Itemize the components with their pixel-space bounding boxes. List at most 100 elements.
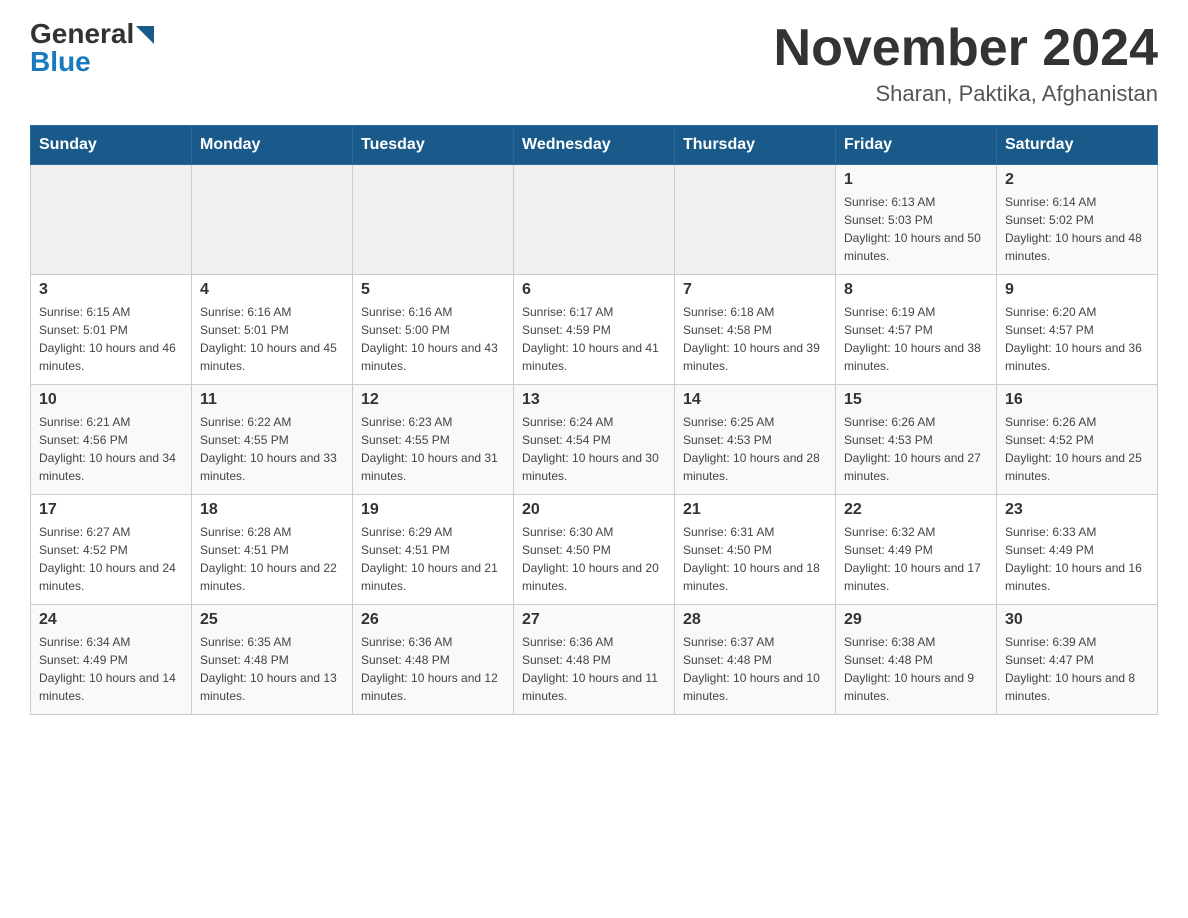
day-number: 22	[844, 501, 988, 519]
day-info: Sunrise: 6:19 AM Sunset: 4:57 PM Dayligh…	[844, 303, 988, 375]
day-info: Sunrise: 6:32 AM Sunset: 4:49 PM Dayligh…	[844, 523, 988, 595]
day-info: Sunrise: 6:36 AM Sunset: 4:48 PM Dayligh…	[361, 633, 505, 705]
day-number: 11	[200, 391, 344, 409]
calendar-cell: 7 Sunrise: 6:18 AM Sunset: 4:58 PM Daylig…	[675, 275, 836, 385]
day-info: Sunrise: 6:39 AM Sunset: 4:47 PM Dayligh…	[1005, 633, 1149, 705]
calendar-cell	[192, 165, 353, 275]
day-number: 1	[844, 171, 988, 189]
day-number: 26	[361, 611, 505, 629]
calendar-week-row: 10Sunrise: 6:21 AM Sunset: 4:56 PM Dayli…	[31, 385, 1158, 495]
day-info: Sunrise: 6:13 AM Sunset: 5:03 PM Dayligh…	[844, 193, 988, 265]
day-info: Sunrise: 6:24 AM Sunset: 4:54 PM Dayligh…	[522, 413, 666, 485]
calendar-header-row: SundayMondayTuesdayWednesdayThursdayFrid…	[31, 126, 1158, 165]
day-number: 18	[200, 501, 344, 519]
calendar-cell: 12 Sunrise: 6:23 AM Sunset: 4:55 PM Dayli…	[353, 385, 514, 495]
calendar-subtitle: Sharan, Paktika, Afghanistan	[774, 81, 1158, 107]
day-info: Sunrise: 6:38 AM Sunset: 4:48 PM Dayligh…	[844, 633, 988, 705]
col-header-sunday: Sunday	[31, 126, 192, 165]
calendar-cell: 25Sunrise: 6:35 AM Sunset: 4:48 PM Dayli…	[192, 605, 353, 715]
day-number: 16	[1005, 391, 1149, 409]
calendar-cell: 6 Sunrise: 6:17 AM Sunset: 4:59 PM Daylig…	[514, 275, 675, 385]
calendar-cell: 19 Sunrise: 6:29 AM Sunset: 4:51 PM Dayli…	[353, 495, 514, 605]
day-info: Sunrise: 6:31 AM Sunset: 4:50 PM Dayligh…	[683, 523, 827, 595]
day-info: Sunrise: 6:26 AM Sunset: 4:53 PM Dayligh…	[844, 413, 988, 485]
day-number: 5	[361, 281, 505, 299]
day-info: Sunrise: 6:25 AM Sunset: 4:53 PM Dayligh…	[683, 413, 827, 485]
day-info: Sunrise: 6:29 AM Sunset: 4:51 PM Dayligh…	[361, 523, 505, 595]
day-info: Sunrise: 6:18 AM Sunset: 4:58 PM Dayligh…	[683, 303, 827, 375]
day-number: 29	[844, 611, 988, 629]
day-number: 2	[1005, 171, 1149, 189]
day-number: 7	[683, 281, 827, 299]
day-number: 14	[683, 391, 827, 409]
calendar-title: November 2024	[774, 20, 1158, 77]
day-number: 21	[683, 501, 827, 519]
calendar-cell: 14 Sunrise: 6:25 AM Sunset: 4:53 PM Dayli…	[675, 385, 836, 495]
calendar-cell: 13 Sunrise: 6:24 AM Sunset: 4:54 PM Dayli…	[514, 385, 675, 495]
day-info: Sunrise: 6:21 AM Sunset: 4:56 PM Dayligh…	[39, 413, 183, 485]
day-number: 17	[39, 501, 183, 519]
day-number: 24	[39, 611, 183, 629]
day-info: Sunrise: 6:34 AM Sunset: 4:49 PM Dayligh…	[39, 633, 183, 705]
calendar-cell	[31, 165, 192, 275]
calendar-cell: 16 Sunrise: 6:26 AM Sunset: 4:52 PM Dayli…	[997, 385, 1158, 495]
day-number: 9	[1005, 281, 1149, 299]
logo: General Blue	[30, 20, 154, 76]
day-number: 20	[522, 501, 666, 519]
calendar-week-row: 24 Sunrise: 6:34 AM Sunset: 4:49 PM Dayli…	[31, 605, 1158, 715]
day-info: Sunrise: 6:23 AM Sunset: 4:55 PM Dayligh…	[361, 413, 505, 485]
col-header-saturday: Saturday	[997, 126, 1158, 165]
day-number: 3	[39, 281, 183, 299]
col-header-monday: Monday	[192, 126, 353, 165]
day-info: Sunrise: 6:22 AM Sunset: 4:55 PM Dayligh…	[200, 413, 344, 485]
calendar-cell: 27Sunrise: 6:36 AM Sunset: 4:48 PM Dayli…	[514, 605, 675, 715]
logo-blue-text: Blue	[30, 48, 91, 76]
calendar-cell: 26 Sunrise: 6:36 AM Sunset: 4:48 PM Dayli…	[353, 605, 514, 715]
calendar-cell	[514, 165, 675, 275]
calendar-cell: 17 Sunrise: 6:27 AM Sunset: 4:52 PM Dayli…	[31, 495, 192, 605]
calendar-cell: 3 Sunrise: 6:15 AM Sunset: 5:01 PM Daylig…	[31, 275, 192, 385]
calendar-cell: 18 Sunrise: 6:28 AM Sunset: 4:51 PM Dayli…	[192, 495, 353, 605]
calendar-cell: 10Sunrise: 6:21 AM Sunset: 4:56 PM Dayli…	[31, 385, 192, 495]
logo-general-text: General	[30, 20, 134, 48]
day-info: Sunrise: 6:15 AM Sunset: 5:01 PM Dayligh…	[39, 303, 183, 375]
day-number: 27	[522, 611, 666, 629]
day-number: 6	[522, 281, 666, 299]
calendar-cell: 29 Sunrise: 6:38 AM Sunset: 4:48 PM Dayli…	[836, 605, 997, 715]
day-info: Sunrise: 6:14 AM Sunset: 5:02 PM Dayligh…	[1005, 193, 1149, 265]
calendar-cell: 8Sunrise: 6:19 AM Sunset: 4:57 PM Daylig…	[836, 275, 997, 385]
day-info: Sunrise: 6:16 AM Sunset: 5:01 PM Dayligh…	[200, 303, 344, 375]
calendar-cell: 1 Sunrise: 6:13 AM Sunset: 5:03 PM Daylig…	[836, 165, 997, 275]
day-number: 30	[1005, 611, 1149, 629]
day-info: Sunrise: 6:17 AM Sunset: 4:59 PM Dayligh…	[522, 303, 666, 375]
day-info: Sunrise: 6:30 AM Sunset: 4:50 PM Dayligh…	[522, 523, 666, 595]
day-number: 28	[683, 611, 827, 629]
calendar-table: SundayMondayTuesdayWednesdayThursdayFrid…	[30, 125, 1158, 715]
col-header-wednesday: Wednesday	[514, 126, 675, 165]
calendar-cell: 30 Sunrise: 6:39 AM Sunset: 4:47 PM Dayli…	[997, 605, 1158, 715]
calendar-week-row: 17 Sunrise: 6:27 AM Sunset: 4:52 PM Dayli…	[31, 495, 1158, 605]
calendar-cell: 9Sunrise: 6:20 AM Sunset: 4:57 PM Daylig…	[997, 275, 1158, 385]
calendar-week-row: 3 Sunrise: 6:15 AM Sunset: 5:01 PM Daylig…	[31, 275, 1158, 385]
day-number: 15	[844, 391, 988, 409]
day-info: Sunrise: 6:33 AM Sunset: 4:49 PM Dayligh…	[1005, 523, 1149, 595]
title-block: November 2024 Sharan, Paktika, Afghanist…	[774, 20, 1158, 107]
col-header-tuesday: Tuesday	[353, 126, 514, 165]
calendar-cell	[675, 165, 836, 275]
day-number: 19	[361, 501, 505, 519]
calendar-cell: 11 Sunrise: 6:22 AM Sunset: 4:55 PM Dayli…	[192, 385, 353, 495]
calendar-cell: 21 Sunrise: 6:31 AM Sunset: 4:50 PM Dayli…	[675, 495, 836, 605]
day-number: 13	[522, 391, 666, 409]
calendar-cell: 4 Sunrise: 6:16 AM Sunset: 5:01 PM Daylig…	[192, 275, 353, 385]
day-info: Sunrise: 6:27 AM Sunset: 4:52 PM Dayligh…	[39, 523, 183, 595]
day-number: 12	[361, 391, 505, 409]
day-number: 4	[200, 281, 344, 299]
day-info: Sunrise: 6:26 AM Sunset: 4:52 PM Dayligh…	[1005, 413, 1149, 485]
calendar-cell: 15 Sunrise: 6:26 AM Sunset: 4:53 PM Dayli…	[836, 385, 997, 495]
day-info: Sunrise: 6:28 AM Sunset: 4:51 PM Dayligh…	[200, 523, 344, 595]
logo-triangle-icon	[136, 26, 154, 44]
calendar-cell: 24 Sunrise: 6:34 AM Sunset: 4:49 PM Dayli…	[31, 605, 192, 715]
calendar-cell: 5Sunrise: 6:16 AM Sunset: 5:00 PM Daylig…	[353, 275, 514, 385]
calendar-cell: 28Sunrise: 6:37 AM Sunset: 4:48 PM Dayli…	[675, 605, 836, 715]
col-header-friday: Friday	[836, 126, 997, 165]
